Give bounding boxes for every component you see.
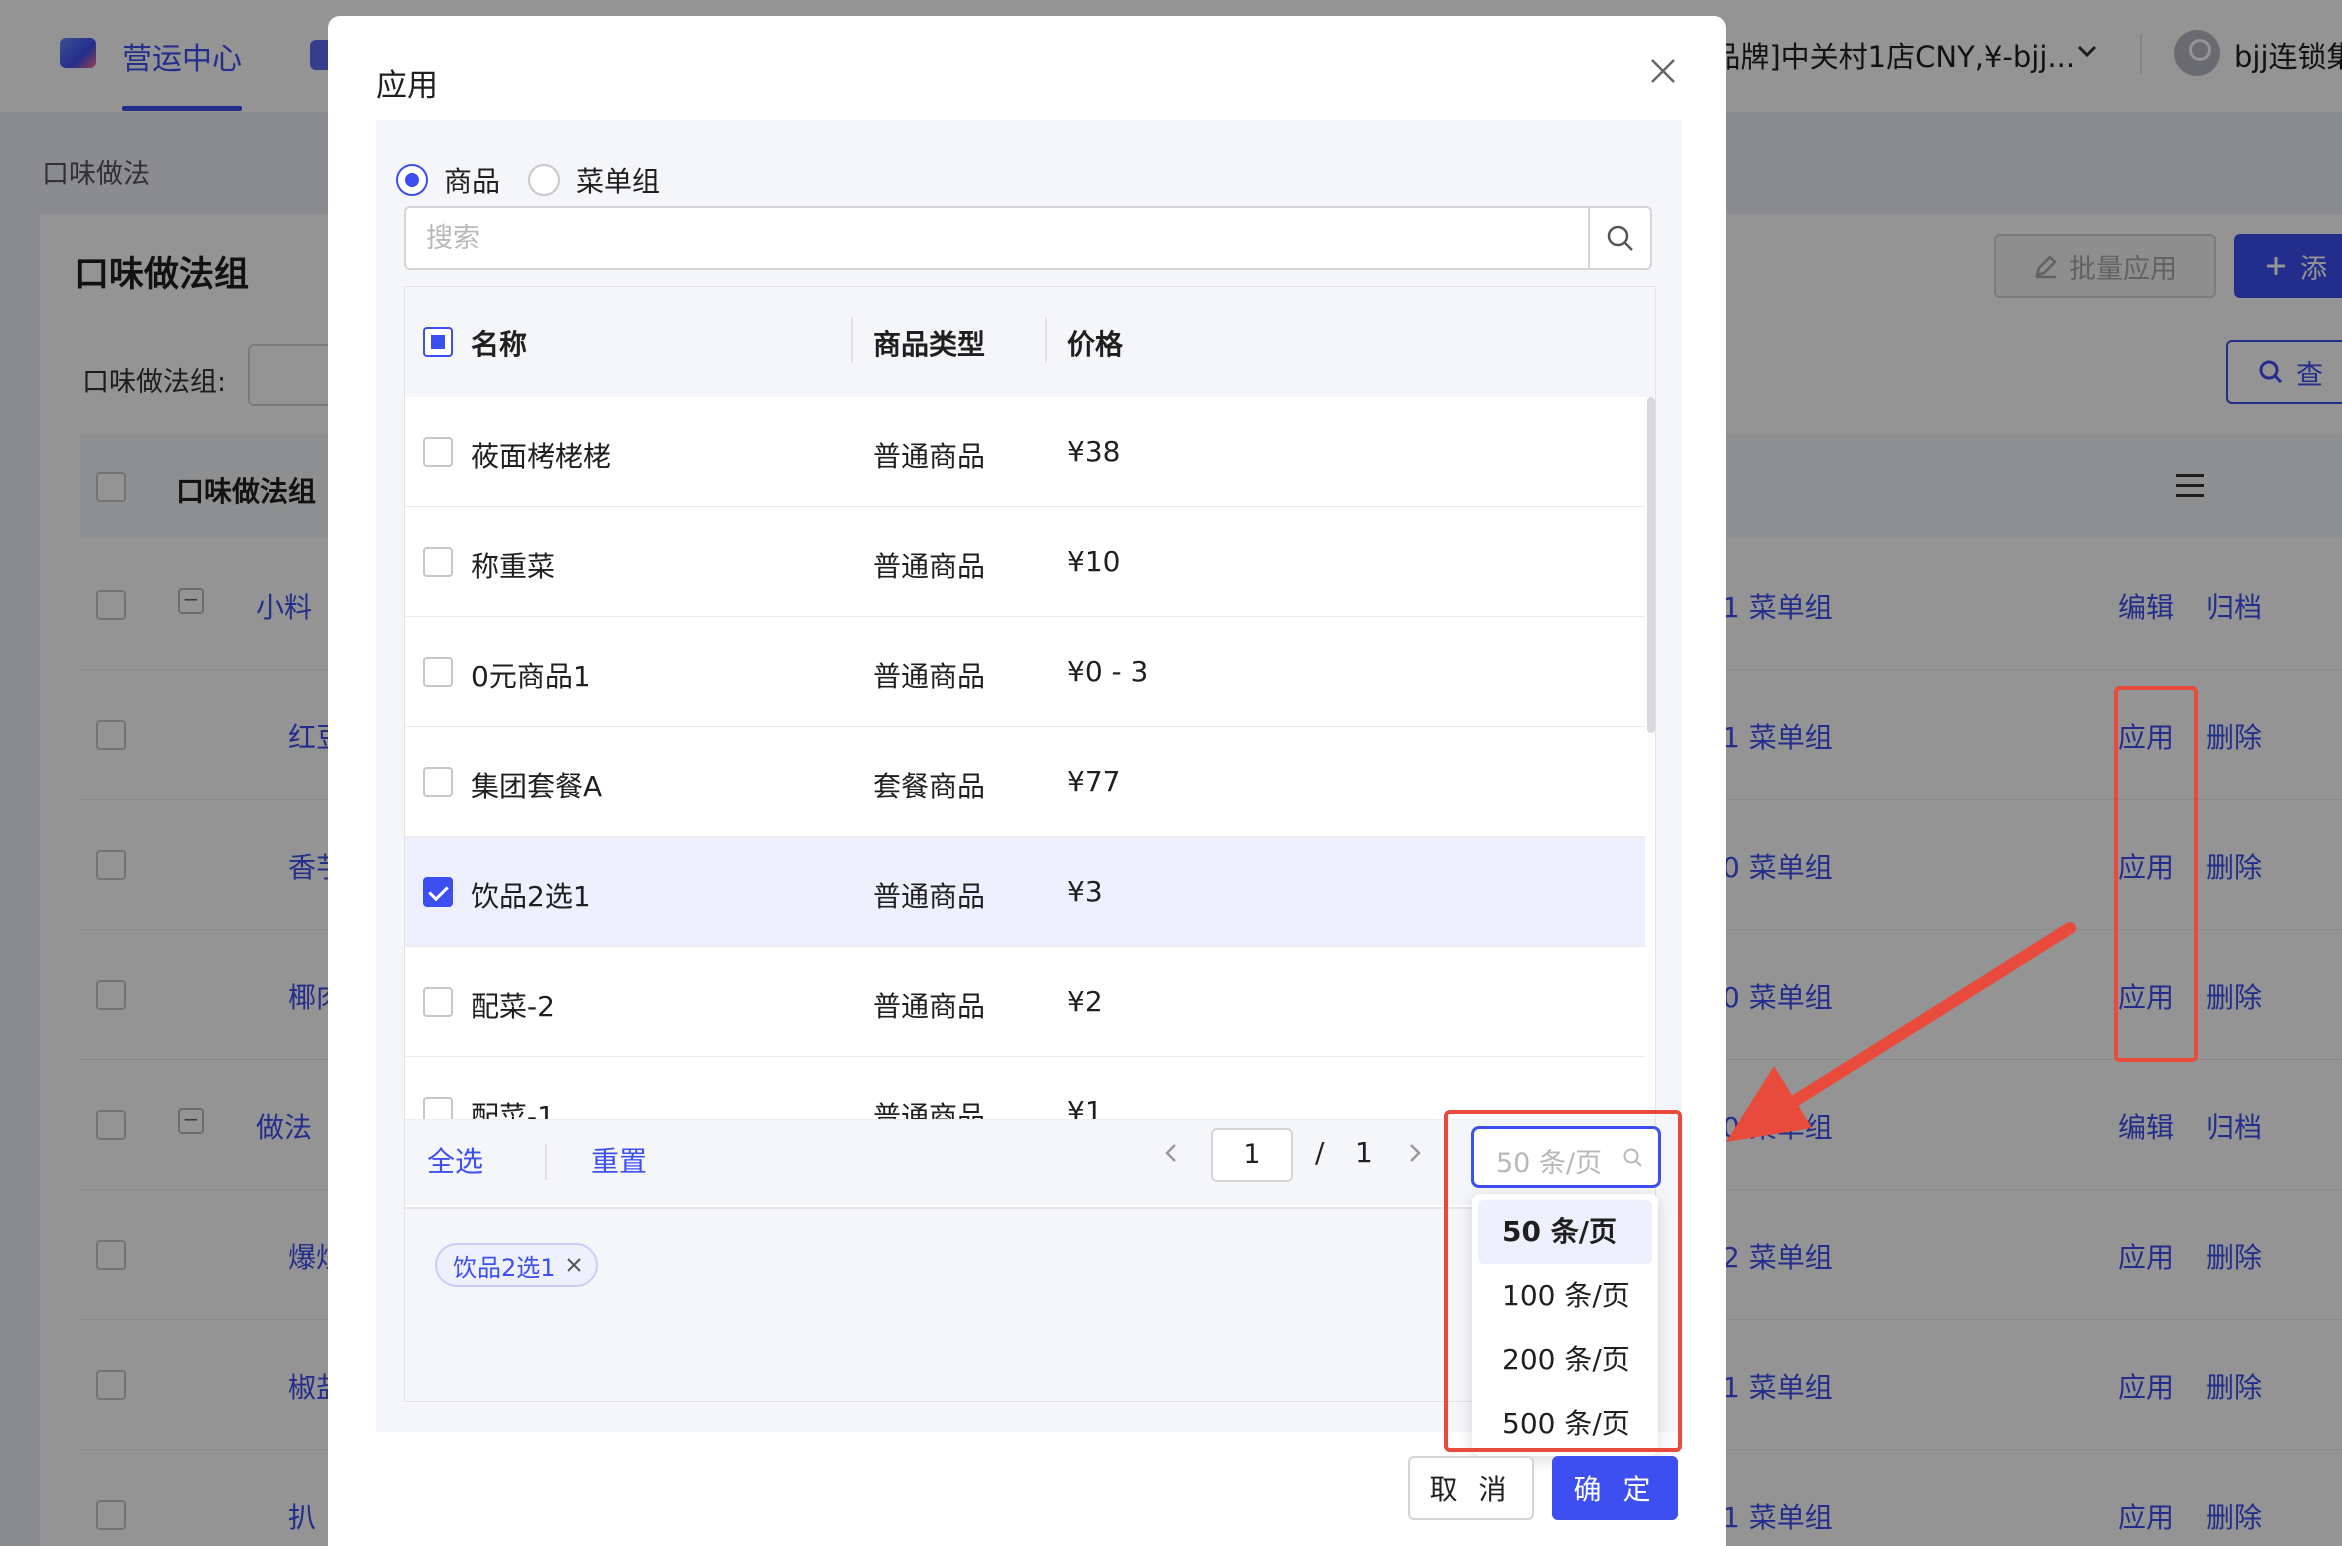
confirm-button[interactable]: 确 定	[1552, 1456, 1678, 1520]
product-name: 配菜-2	[471, 990, 555, 1023]
column-divider	[1045, 317, 1047, 363]
divider	[545, 1144, 547, 1180]
product-name: 集团套餐A	[471, 770, 603, 803]
row-checkbox[interactable]	[423, 657, 453, 687]
table-row[interactable]: 集团套餐A 套餐商品 ¥77	[405, 727, 1645, 837]
radio-product-label: 商品	[444, 165, 501, 198]
product-price: ¥0 - 3	[1067, 655, 1149, 688]
search-box	[404, 206, 1652, 270]
table-body: 莜面栲栳栳 普通商品 ¥38 称重菜 普通商品 ¥10 0元商品1 普通商品 ¥…	[405, 397, 1645, 1119]
cancel-button[interactable]: 取 消	[1408, 1456, 1534, 1520]
row-checkbox[interactable]	[423, 437, 453, 467]
page-separator: /	[1315, 1136, 1325, 1169]
product-type: 套餐商品	[873, 770, 986, 803]
row-checkbox[interactable]	[423, 767, 453, 797]
product-type: 普通商品	[873, 990, 986, 1023]
radio-menu-group-label: 菜单组	[576, 165, 661, 198]
product-price: ¥77	[1067, 765, 1121, 798]
table-row[interactable]: 莜面栲栳栳 普通商品 ¥38	[405, 397, 1645, 507]
radio-unselected-icon	[528, 164, 560, 196]
radio-menu-group[interactable]: 菜单组	[528, 160, 660, 200]
search-input[interactable]	[426, 218, 1526, 258]
table-scrollbar[interactable]	[1647, 397, 1655, 733]
prev-page-icon[interactable]	[1161, 1138, 1181, 1173]
product-name: 称重菜	[471, 550, 556, 583]
select-all-checkbox[interactable]	[423, 327, 453, 357]
next-page-icon[interactable]	[1405, 1138, 1425, 1173]
table-row[interactable]: 0元商品1 普通商品 ¥0 - 3	[405, 617, 1645, 727]
search-button[interactable]	[1588, 208, 1650, 268]
radio-selected-icon	[396, 164, 428, 196]
column-header-name: 名称	[471, 328, 528, 361]
close-icon[interactable]	[1648, 56, 1678, 86]
column-header-price: 价格	[1067, 328, 1124, 361]
page-total: 1	[1355, 1136, 1373, 1169]
radio-product[interactable]: 商品	[396, 160, 500, 200]
row-checkbox-checked[interactable]	[423, 877, 453, 907]
table-row[interactable]: 称重菜 普通商品 ¥10	[405, 507, 1645, 617]
select-all-link[interactable]: 全选	[427, 1140, 483, 1180]
annotation-box-apply-links	[2114, 686, 2198, 1062]
selected-tag[interactable]: 饮品2选1	[435, 1243, 598, 1287]
product-price: ¥38	[1067, 435, 1121, 468]
column-header-type: 商品类型	[873, 328, 986, 361]
column-divider	[851, 317, 853, 363]
product-type: 普通商品	[873, 440, 986, 473]
row-checkbox[interactable]	[423, 987, 453, 1017]
product-type: 普通商品	[873, 550, 986, 583]
table-row[interactable]: 配菜-2 普通商品 ¥2	[405, 947, 1645, 1057]
table-row-selected[interactable]: 饮品2选1 普通商品 ¥3	[405, 837, 1645, 947]
product-price: ¥1	[1067, 1095, 1103, 1119]
search-icon	[1607, 225, 1633, 251]
row-checkbox[interactable]	[423, 1097, 453, 1119]
product-type: 普通商品	[873, 880, 986, 913]
selected-tag-label: 饮品2选1	[453, 1253, 556, 1282]
close-icon[interactable]	[566, 1257, 582, 1273]
product-price: ¥10	[1067, 545, 1121, 578]
modal-title: 应用	[376, 68, 438, 104]
reset-link[interactable]: 重置	[591, 1140, 647, 1180]
page-number-input[interactable]: 1	[1211, 1128, 1293, 1182]
product-name: 莜面栲栳栳	[471, 440, 612, 473]
product-name: 饮品2选1	[471, 880, 591, 913]
product-type: 普通商品	[873, 660, 986, 693]
product-name: 配菜-1	[471, 1100, 555, 1119]
product-price: ¥2	[1067, 985, 1103, 1018]
product-name: 0元商品1	[471, 660, 591, 693]
annotation-box-page-size	[1444, 1110, 1682, 1452]
product-type: 普通商品	[873, 1100, 986, 1119]
table-header: 名称 商品类型 价格	[405, 287, 1655, 397]
row-checkbox[interactable]	[423, 547, 453, 577]
product-price: ¥3	[1067, 875, 1103, 908]
